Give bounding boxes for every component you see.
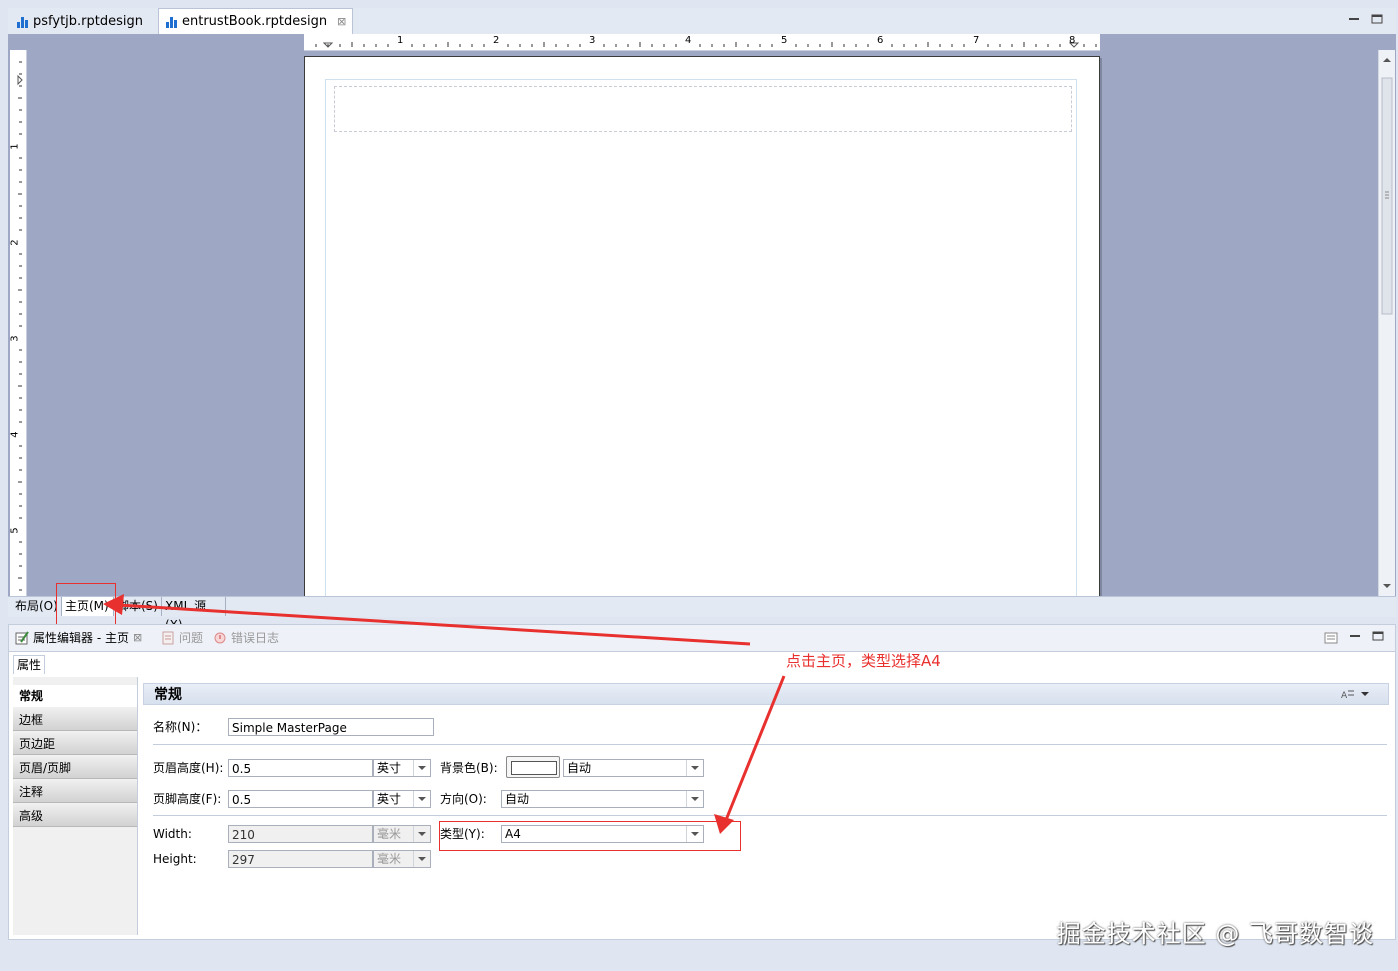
annotation-arrows <box>103 594 786 834</box>
watermark: 掘金技术社区 @ 飞哥数智谈 <box>1056 920 1374 948</box>
